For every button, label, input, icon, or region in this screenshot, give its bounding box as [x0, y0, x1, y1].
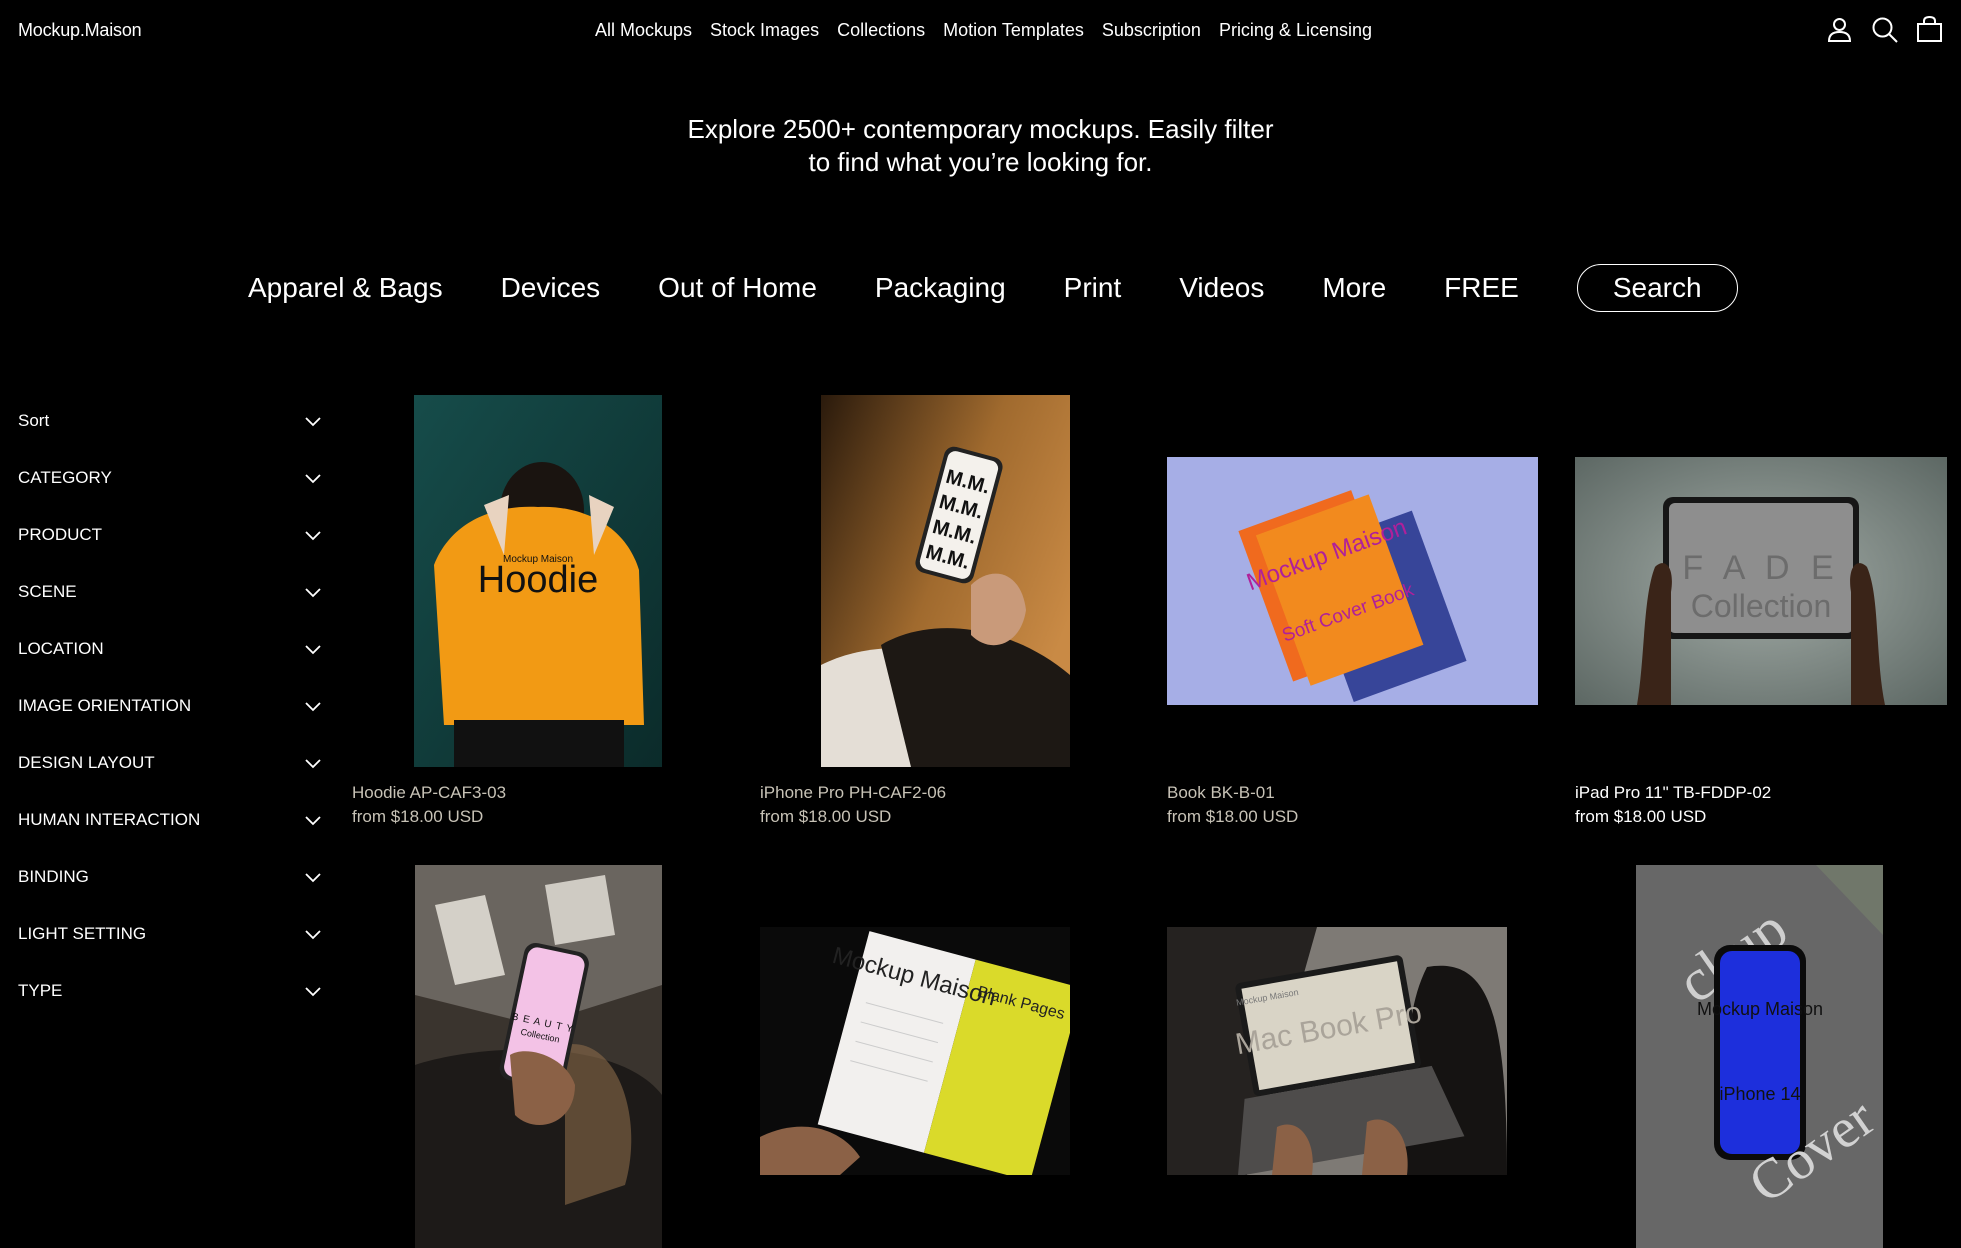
- product-image[interactable]: ckup Mockup Maison iPhone 14 Cover: [1636, 865, 1883, 1248]
- search-icon[interactable]: [1871, 16, 1898, 43]
- category-free[interactable]: FREE: [1444, 272, 1519, 304]
- chevron-down-icon: [305, 815, 321, 825]
- product-image[interactable]: Mac Book Pro Mockup Maison: [1167, 927, 1507, 1175]
- product-price: from $18.00 USD: [760, 807, 892, 826]
- product-image[interactable]: Mockup Maison Blank Pages: [760, 927, 1070, 1175]
- filter-label: LOCATION: [18, 638, 104, 658]
- product-title[interactable]: Hoodie AP-CAF3-03: [352, 783, 506, 803]
- filter-label: CATEGORY: [18, 467, 112, 487]
- chevron-down-icon: [305, 758, 321, 768]
- hero-line-1: Explore 2500+ contemporary mockups. Easi…: [687, 114, 1274, 144]
- product-image[interactable]: Mockup Maison Soft Cover Book: [1167, 457, 1538, 705]
- filter-label: SCENE: [18, 581, 77, 601]
- header-icons: [1826, 15, 1943, 43]
- nav-subscription[interactable]: Subscription: [1102, 20, 1201, 41]
- category-videos[interactable]: Videos: [1179, 272, 1264, 304]
- category-packaging[interactable]: Packaging: [875, 272, 1006, 304]
- filter-label: IMAGE ORIENTATION: [18, 695, 192, 715]
- main-nav: All Mockups Stock Images Collections Mot…: [595, 20, 1372, 41]
- category-devices[interactable]: Devices: [501, 272, 601, 304]
- product-title[interactable]: iPad Pro 11" TB-FDDP-02: [1575, 783, 1771, 803]
- filter-label: HUMAN INTERACTION: [18, 809, 201, 829]
- filter-scene[interactable]: SCENE: [18, 563, 321, 620]
- cart-icon[interactable]: [1916, 15, 1943, 43]
- filter-label: BINDING: [18, 866, 89, 886]
- image-hoodie-text: Hoodie: [478, 559, 598, 601]
- category-apparel-bags[interactable]: Apparel & Bags: [248, 272, 443, 304]
- image-ipad-text: F A D E: [1682, 549, 1839, 587]
- category-more[interactable]: More: [1322, 272, 1386, 304]
- product-title[interactable]: Book BK-B-01: [1167, 783, 1275, 803]
- filter-image-orientation[interactable]: IMAGE ORIENTATION: [18, 677, 321, 734]
- chevron-down-icon: [305, 416, 321, 426]
- chevron-down-icon: [305, 530, 321, 540]
- search-button[interactable]: Search: [1576, 264, 1738, 312]
- top-bar: Mockup.Maison All Mockups Stock Images C…: [0, 0, 1961, 60]
- filter-label: Sort: [18, 410, 50, 430]
- product-price: from $18.00 USD: [1575, 807, 1707, 826]
- filter-label: LIGHT SETTING: [18, 923, 147, 943]
- product-image[interactable]: F A D E Collection: [1575, 457, 1947, 705]
- hero-text: Explore 2500+ contemporary mockups. Easi…: [0, 113, 1961, 179]
- chevron-down-icon: [305, 986, 321, 996]
- filter-sort[interactable]: Sort: [18, 392, 321, 449]
- image-iphone14-text: Mockup Maison: [1697, 999, 1823, 1019]
- filter-label: PRODUCT: [18, 524, 103, 544]
- nav-collections[interactable]: Collections: [837, 20, 925, 41]
- category-out-of-home[interactable]: Out of Home: [658, 272, 817, 304]
- product-image[interactable]: B E A U T Y Collection: [415, 865, 662, 1248]
- product-image[interactable]: Hoodie Mockup Maison: [414, 395, 662, 767]
- filter-light-setting[interactable]: LIGHT SETTING: [18, 905, 321, 962]
- filter-product[interactable]: PRODUCT: [18, 506, 321, 563]
- category-nav: Apparel & Bags Devices Out of Home Packa…: [248, 264, 1738, 312]
- chevron-down-icon: [305, 473, 321, 483]
- chevron-down-icon: [305, 872, 321, 882]
- filter-human-interaction[interactable]: HUMAN INTERACTION: [18, 791, 321, 848]
- filter-label: TYPE: [18, 980, 63, 1000]
- image-hoodie-subtext: Mockup Maison: [503, 554, 573, 565]
- chevron-down-icon: [305, 701, 321, 711]
- image-ipad-subtext: Collection: [1691, 588, 1832, 624]
- product-image[interactable]: M.M. M.M. M.M. M.M.: [821, 395, 1070, 767]
- category-print[interactable]: Print: [1064, 272, 1122, 304]
- chevron-down-icon: [305, 929, 321, 939]
- nav-stock-images[interactable]: Stock Images: [710, 20, 819, 41]
- filter-sidebar: Sort CATEGORY PRODUCT SCENE LOCATION IMA…: [18, 392, 321, 1019]
- hero-line-2: to find what you’re looking for.: [808, 147, 1153, 177]
- filter-binding[interactable]: BINDING: [18, 848, 321, 905]
- product-price: from $18.00 USD: [352, 807, 484, 826]
- chevron-down-icon: [305, 644, 321, 654]
- nav-motion-templates[interactable]: Motion Templates: [943, 20, 1084, 41]
- filter-design-layout[interactable]: DESIGN LAYOUT: [18, 734, 321, 791]
- nav-pricing-licensing[interactable]: Pricing & Licensing: [1219, 20, 1372, 41]
- image-iphone14-subtext: iPhone 14: [1719, 1084, 1800, 1104]
- filter-label: DESIGN LAYOUT: [18, 752, 155, 772]
- filter-category[interactable]: CATEGORY: [18, 449, 321, 506]
- chevron-down-icon: [305, 587, 321, 597]
- account-icon[interactable]: [1826, 16, 1853, 43]
- filter-type[interactable]: TYPE: [18, 962, 321, 1019]
- product-title[interactable]: iPhone Pro PH-CAF2-06: [760, 783, 946, 803]
- product-price: from $18.00 USD: [1167, 807, 1299, 826]
- filter-location[interactable]: LOCATION: [18, 620, 321, 677]
- nav-all-mockups[interactable]: All Mockups: [595, 20, 692, 41]
- site-logo[interactable]: Mockup.Maison: [18, 20, 142, 41]
